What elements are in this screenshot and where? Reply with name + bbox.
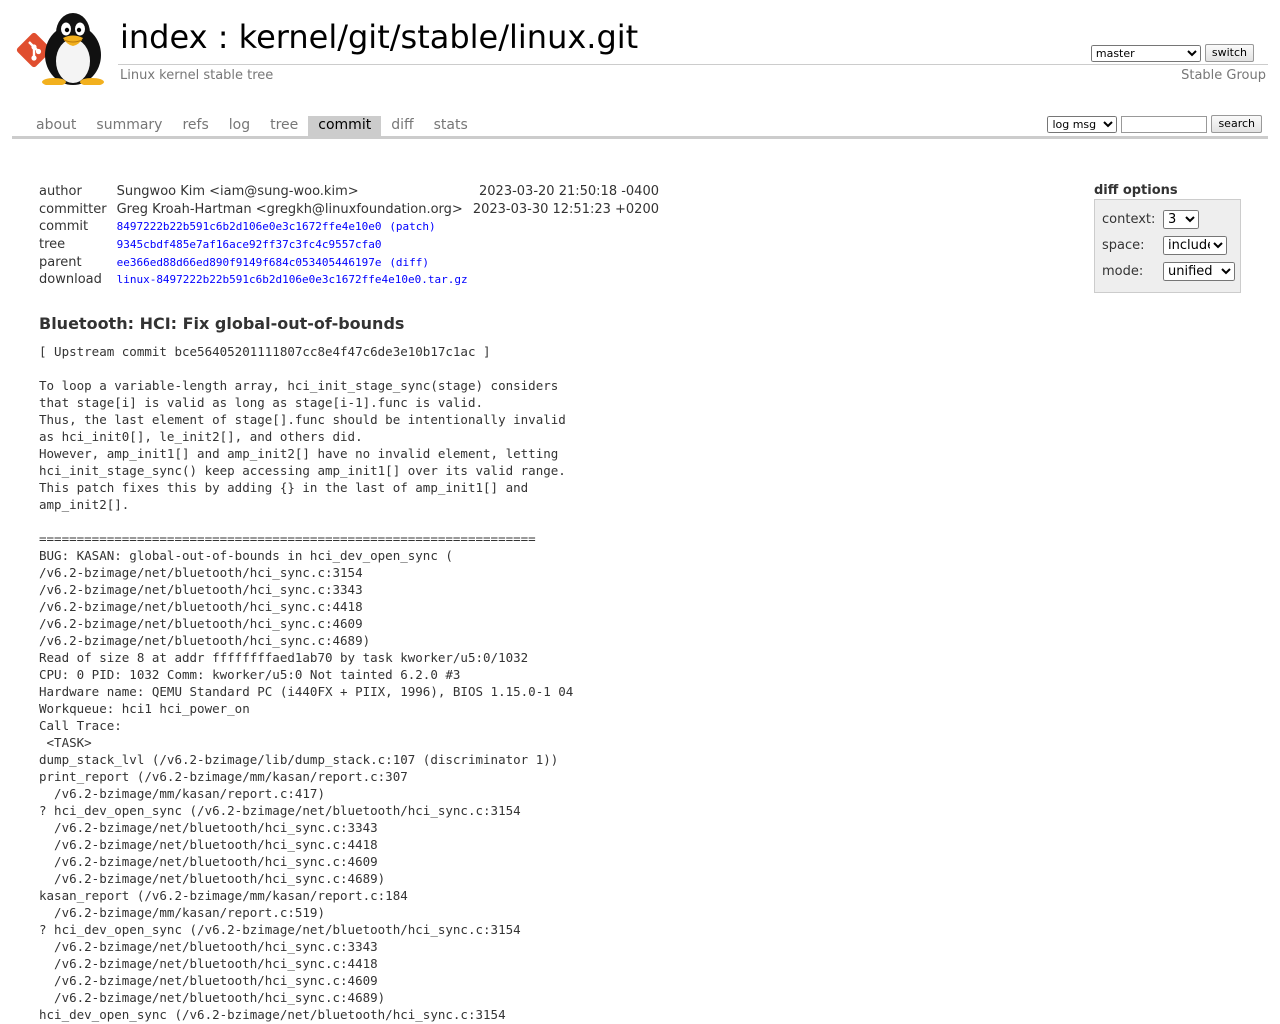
tab-about[interactable]: about	[26, 116, 86, 136]
space-row: space: include	[1102, 236, 1227, 255]
commit-sha-cell: 8497222b22b591c6b2d106e0e3c1672ffe4e10e0…	[112, 218, 664, 236]
author-date: 2023-03-20 21:50:18 -0400	[479, 184, 659, 200]
space-label: space:	[1102, 238, 1145, 253]
tab-log[interactable]: log	[219, 116, 260, 136]
parent-label: parent	[39, 254, 82, 270]
tab-bar: about summary refs log tree commit diff …	[12, 115, 1268, 139]
mode-row: mode: unified	[1102, 262, 1235, 281]
search-form: log msg search	[1047, 115, 1262, 133]
author-row: author Sungwoo Kim <iam@sung-woo.kim> 20…	[34, 183, 664, 201]
download-link[interactable]: linux-8497222b22b591c6b2d106e0e3c1672ffe…	[117, 273, 468, 286]
diff-options-panel: diff options context: 3 space: include m…	[1094, 183, 1241, 293]
space-select[interactable]: include	[1163, 236, 1227, 255]
page-title: index : kernel/git/stable/linux.git	[120, 17, 638, 57]
mode-select[interactable]: unified	[1163, 262, 1235, 281]
tab-tree[interactable]: tree	[260, 116, 308, 136]
tree-row: tree 9345cbdf485e7af16ace92ff37c3fc4c955…	[34, 236, 664, 254]
commit-info-table: author Sungwoo Kim <iam@sung-woo.kim> 20…	[34, 183, 664, 289]
commit-message: [ Upstream commit bce56405201111807cc8e4…	[39, 344, 574, 1022]
committer-date: 2023-03-30 12:51:23 +0200	[472, 201, 659, 217]
commit-label: commit	[39, 219, 89, 235]
commit-row: commit 8497222b22b591c6b2d106e0e3c1672ff…	[34, 218, 664, 236]
diff-options-box: context: 3 space: include mode: unified	[1094, 199, 1241, 293]
header-divider	[118, 64, 1268, 65]
context-label: context:	[1102, 212, 1156, 227]
branch-switch-form: master switch	[1090, 44, 1254, 62]
mode-label: mode:	[1102, 264, 1144, 279]
download-row: download linux-8497222b22b591c6b2d106e0e…	[34, 271, 664, 289]
patch-link[interactable]: (patch)	[389, 220, 435, 233]
download-cell: linux-8497222b22b591c6b2d106e0e3c1672ffe…	[112, 271, 664, 289]
commit-subject: Bluetooth: HCI: Fix global-out-of-bounds	[39, 314, 405, 333]
switch-button[interactable]: switch	[1204, 44, 1254, 62]
download-label: download	[39, 272, 102, 288]
tab-list: about summary refs log tree commit diff …	[26, 116, 478, 136]
tab-summary[interactable]: summary	[86, 116, 172, 136]
tab-stats[interactable]: stats	[424, 116, 478, 136]
context-select[interactable]: 3	[1163, 210, 1199, 229]
page-header: index : kernel/git/stable/linux.git Linu…	[0, 0, 1280, 100]
parent-sha-link[interactable]: ee366ed88d66ed890f9149f684c053405446197e	[117, 256, 382, 269]
diff-options-title: diff options	[1094, 183, 1178, 198]
search-button[interactable]: search	[1211, 115, 1262, 133]
tree-sha-link[interactable]: 9345cbdf485e7af16ace92ff37c3fc4c9557cfa0	[117, 238, 382, 251]
tab-commit[interactable]: commit	[308, 116, 382, 136]
author-value: Sungwoo Kim <iam@sung-woo.kim>	[116, 184, 359, 200]
tab-refs[interactable]: refs	[172, 116, 218, 136]
repo-description: Linux kernel stable tree	[120, 68, 274, 83]
context-row: context: 3	[1102, 210, 1199, 229]
parent-diff-link[interactable]: (diff)	[389, 256, 429, 269]
tree-sha-cell: 9345cbdf485e7af16ace92ff37c3fc4c9557cfa0	[112, 236, 664, 254]
tree-label: tree	[39, 237, 66, 253]
committer-row: committer Greg Kroah-Hartman <gregkh@lin…	[34, 201, 664, 219]
parent-row: parent ee366ed88d66ed890f9149f684c053405…	[34, 253, 664, 271]
search-input[interactable]	[1121, 115, 1208, 133]
tab-diff[interactable]: diff	[381, 116, 423, 136]
author-label: author	[39, 184, 82, 200]
title-separator: :	[207, 18, 239, 56]
parent-sha-cell: ee366ed88d66ed890f9149f684c053405446197e…	[112, 253, 664, 271]
committer-value: Greg Kroah-Hartman <gregkh@linuxfoundati…	[116, 201, 463, 217]
commit-sha-link[interactable]: 8497222b22b591c6b2d106e0e3c1672ffe4e10e0	[117, 220, 382, 233]
branch-select[interactable]: master	[1090, 44, 1201, 62]
tux-penguin-icon	[42, 13, 104, 85]
committer-label: committer	[39, 201, 107, 217]
index-link[interactable]: index	[120, 18, 208, 56]
repo-owner: Stable Group	[1181, 68, 1266, 83]
search-scope-select[interactable]: log msg	[1047, 115, 1118, 133]
repo-link[interactable]: kernel/git/stable/linux.git	[239, 18, 639, 56]
